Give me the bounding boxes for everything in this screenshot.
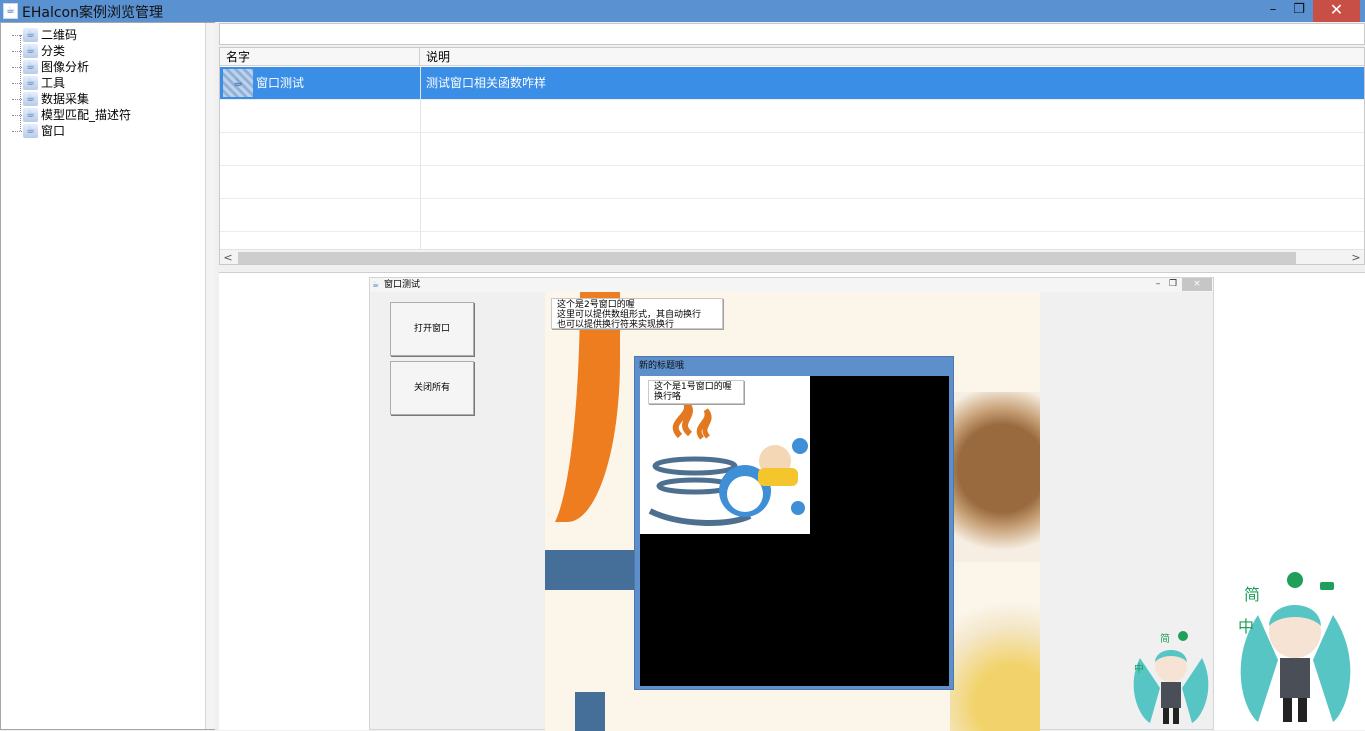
tree-item-tools[interactable]: ☕ 工具 — [9, 75, 131, 91]
scroll-thumb[interactable] — [238, 252, 1296, 264]
close-all-button[interactable]: 关闭所有 — [390, 361, 474, 415]
java-icon: ☕ — [3, 3, 18, 19]
table-row — [220, 100, 1364, 133]
table-cell-name — [220, 199, 421, 232]
ime-mascot-small[interactable]: 中 简 — [1130, 628, 1212, 726]
java-icon: ☕ — [223, 69, 253, 97]
tree-item-label: 工具 — [41, 76, 66, 90]
tree-item-image-analysis[interactable]: ☕ 图像分析 — [9, 59, 131, 75]
java-icon: ☕ — [23, 60, 38, 74]
table-row[interactable]: ☕ 窗口测试 测试窗口相关函数咋样 — [220, 67, 1364, 100]
ime-mode-label: 中 — [1238, 617, 1254, 636]
tree-item-qrcode[interactable]: ☕ 二维码 — [9, 27, 131, 43]
ime-mode-label: 简 — [1160, 632, 1170, 645]
ime-mode-label: 中 — [1134, 662, 1144, 675]
column-header-name[interactable]: 名字 — [220, 48, 420, 66]
tree-item-label: 分类 — [41, 44, 66, 58]
tree-item-model-matching[interactable]: ☕ 模型匹配_描述符 — [9, 107, 131, 123]
table-row — [220, 133, 1364, 166]
toolbar-strip — [219, 23, 1365, 45]
minimize-button[interactable]: – — [1150, 278, 1166, 291]
image-fragment — [545, 550, 635, 590]
tree-item-data-acquisition[interactable]: ☕ 数据采集 — [9, 91, 131, 107]
ime-mode-label: 简 — [1244, 585, 1260, 604]
maximize-button[interactable]: ❐ — [1286, 0, 1312, 22]
tree-item-label: 数据采集 — [41, 92, 90, 106]
java-logo-image: 这个是1号窗口的喔 换行咯 — [640, 376, 810, 534]
tree-item-label: 窗口 — [41, 124, 66, 138]
test-window-title: 窗口测试 — [384, 280, 421, 290]
scroll-right-arrow[interactable]: > — [1348, 250, 1364, 264]
category-tree: ☕ 二维码 ☕ 分类 ☕ 图像分析 ☕ 工具 ☕ 数据采集 ☕ 模型匹配_描述符 — [9, 27, 131, 139]
close-button[interactable]: × — [1182, 278, 1212, 291]
scroll-left-arrow[interactable]: < — [220, 250, 236, 264]
case-table: 名字 说明 ☕ 窗口测试 测试窗口相关函数咋样 < > — [219, 47, 1365, 265]
image-fragment — [950, 592, 1040, 731]
window-1-title: 新的标题哦 — [639, 361, 685, 371]
table-row — [220, 199, 1364, 232]
row-name: 窗口测试 — [256, 76, 305, 90]
tree-item-label: 图像分析 — [41, 60, 90, 74]
table-cell-name — [220, 133, 421, 166]
window-1: 新的标题哦 这个是1号窗口的喔 换行咯 — [634, 356, 954, 690]
java-icon: ☕ — [23, 108, 38, 122]
ime-mascot-large[interactable]: 简 中 — [1228, 570, 1363, 726]
tree-item-label: 二维码 — [41, 28, 78, 42]
horizontal-scrollbar[interactable]: < > — [220, 249, 1364, 264]
tree-panel: ☕ 二维码 ☕ 分类 ☕ 图像分析 ☕ 工具 ☕ 数据采集 ☕ 模型匹配_描述符 — [0, 22, 215, 730]
title-bar: ☕ EHalcon案例浏览管理 – ❐ ✕ — [0, 0, 1365, 22]
tree-item-classify[interactable]: ☕ 分类 — [9, 43, 131, 59]
minimize-button[interactable]: – — [1260, 0, 1286, 22]
table-header: 名字 说明 — [220, 48, 1364, 66]
table-cell-name — [220, 166, 421, 199]
table-cell-name — [220, 100, 421, 133]
window-1-note: 这个是1号窗口的喔 换行咯 — [648, 380, 744, 404]
row-desc: 测试窗口相关函数咋样 — [426, 76, 547, 90]
image-fragment — [945, 392, 1040, 562]
maximize-button[interactable]: ❐ — [1165, 278, 1181, 291]
open-window-button[interactable]: 打开窗口 — [390, 302, 474, 356]
window-1-canvas: 这个是1号窗口的喔 换行咯 — [640, 376, 949, 686]
close-button[interactable]: ✕ — [1313, 0, 1360, 22]
java-icon: ☕ — [372, 280, 380, 289]
table-cell-name: ☕ 窗口测试 — [220, 67, 421, 100]
app-title: EHalcon案例浏览管理 — [22, 5, 163, 21]
table-row — [220, 166, 1364, 199]
java-icon: ☕ — [23, 28, 38, 42]
image-fragment — [575, 692, 605, 731]
column-header-desc[interactable]: 说明 — [420, 48, 1364, 66]
java-icon: ☕ — [23, 92, 38, 106]
java-icon: ☕ — [23, 76, 38, 90]
window-2-note: 这个是2号窗口的喔 这里可以提供数组形式，其自动换行 也可以提供换行符来实现换行 — [551, 298, 723, 330]
java-icon: ☕ — [23, 44, 38, 58]
test-window-titlebar: ☕ 窗口测试 – ❐ × — [370, 278, 1213, 292]
tree-item-label: 模型匹配_描述符 — [41, 108, 132, 122]
java-icon: ☕ — [23, 124, 38, 138]
tree-item-window[interactable]: ☕ 窗口 — [9, 123, 131, 139]
tree-scrollbar[interactable] — [205, 23, 215, 729]
